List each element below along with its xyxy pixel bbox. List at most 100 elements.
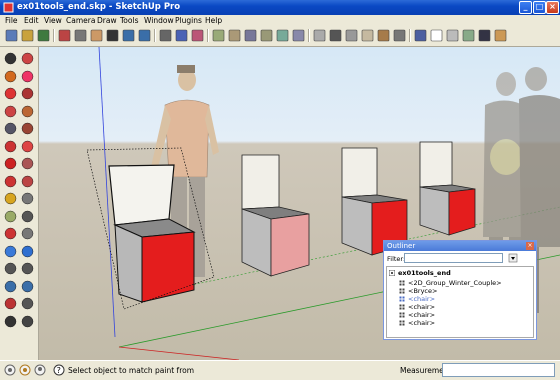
save-icon[interactable] xyxy=(36,28,51,43)
menu-camera[interactable]: Camera xyxy=(66,15,95,26)
tree-root[interactable]: ex01tools_end xyxy=(389,269,451,277)
rotate-icon[interactable] xyxy=(3,156,18,171)
top-view-icon[interactable] xyxy=(211,28,226,43)
monochrome-icon[interactable] xyxy=(392,28,407,43)
copy-icon[interactable] xyxy=(73,28,88,43)
outliner-title-bar[interactable]: Outliner × xyxy=(384,241,536,251)
component-2-icon[interactable] xyxy=(429,28,444,43)
menu-draw[interactable]: Draw xyxy=(97,15,117,26)
menu-edit[interactable]: Edit xyxy=(24,15,39,26)
left-view-icon[interactable] xyxy=(275,28,290,43)
section-plane-icon[interactable] xyxy=(20,314,35,329)
back-edges-icon[interactable] xyxy=(312,28,327,43)
menu-view[interactable]: View xyxy=(44,15,62,26)
shaded-icon[interactable] xyxy=(360,28,375,43)
push-pull-icon[interactable] xyxy=(20,139,35,154)
pan-icon[interactable] xyxy=(20,244,35,259)
text-icon[interactable] xyxy=(20,209,35,224)
outliner-options-icon[interactable] xyxy=(508,253,518,263)
credits-icon[interactable] xyxy=(19,364,31,376)
axes-icon[interactable] xyxy=(3,226,18,241)
toolbar-separator xyxy=(308,29,310,42)
xray-icon[interactable] xyxy=(291,28,306,43)
textured-icon[interactable] xyxy=(376,28,391,43)
position-camera-icon[interactable] xyxy=(3,296,18,311)
title-bar: ex01tools_end.skp - SketchUp Pro _ □ × xyxy=(0,0,560,15)
chair-2[interactable] xyxy=(241,154,310,277)
filter-label: Filter: xyxy=(387,255,406,263)
hidden-line-icon[interactable] xyxy=(344,28,359,43)
toolbar-separator xyxy=(207,29,209,42)
component-6-icon[interactable] xyxy=(493,28,508,43)
scale-icon[interactable] xyxy=(3,174,18,189)
3d-text-icon[interactable] xyxy=(20,226,35,241)
print-icon[interactable] xyxy=(158,28,173,43)
tape-measure-icon[interactable] xyxy=(3,191,18,206)
outliner-close-button[interactable]: × xyxy=(526,242,534,250)
tree-item[interactable]: <chair> xyxy=(399,311,435,319)
erase-icon[interactable] xyxy=(105,28,120,43)
maximize-button[interactable]: □ xyxy=(533,1,546,14)
walk-icon[interactable] xyxy=(3,314,18,329)
select-icon[interactable] xyxy=(3,51,18,66)
rectangle-icon[interactable] xyxy=(3,86,18,101)
component-5-icon[interactable] xyxy=(477,28,492,43)
sketchup-logo-icon xyxy=(3,2,14,13)
root-label: ex01tools_end xyxy=(398,269,451,277)
chair-4[interactable] xyxy=(419,141,476,236)
measurements-input[interactable] xyxy=(442,363,555,377)
tree-item[interactable]: <chair> xyxy=(399,319,435,327)
wireframe-icon[interactable] xyxy=(328,28,343,43)
previous-icon[interactable] xyxy=(20,279,35,294)
protractor-icon[interactable] xyxy=(3,209,18,224)
component-1-icon[interactable] xyxy=(413,28,428,43)
zoom-window-icon[interactable] xyxy=(20,261,35,276)
redo-icon[interactable] xyxy=(137,28,152,43)
open-icon[interactable] xyxy=(20,28,35,43)
front-view-icon[interactable] xyxy=(227,28,242,43)
help-icon[interactable]: ? xyxy=(53,364,65,376)
component-icon xyxy=(399,320,405,326)
tree-item[interactable]: <2D_Group_Winter_Couple> xyxy=(399,279,502,287)
offset-icon[interactable] xyxy=(20,174,35,189)
line-icon[interactable] xyxy=(20,86,35,101)
polygon-icon[interactable] xyxy=(3,121,18,136)
user-icon[interactable] xyxy=(34,364,46,376)
component-3-icon[interactable] xyxy=(445,28,460,43)
menu-tools[interactable]: Tools xyxy=(120,15,138,26)
menu-window[interactable]: Window xyxy=(144,15,174,26)
undo-icon[interactable] xyxy=(121,28,136,43)
eraser-icon[interactable] xyxy=(20,69,35,84)
close-button[interactable]: × xyxy=(546,1,559,14)
paint-bucket-icon[interactable] xyxy=(3,69,18,84)
look-around-icon[interactable] xyxy=(20,296,35,311)
paste-icon[interactable] xyxy=(89,28,104,43)
zoom-icon[interactable] xyxy=(3,261,18,276)
tree-item[interactable]: <chair> xyxy=(399,303,435,311)
filter-input[interactable] xyxy=(404,253,503,263)
make-component-icon[interactable] xyxy=(20,51,35,66)
menu-plugins[interactable]: Plugins xyxy=(175,15,202,26)
menu-file[interactable]: File xyxy=(5,15,18,26)
dimension-icon[interactable] xyxy=(20,191,35,206)
right-view-icon[interactable] xyxy=(243,28,258,43)
circle-icon[interactable] xyxy=(3,104,18,119)
component-4-icon[interactable] xyxy=(461,28,476,43)
iso-view-icon[interactable] xyxy=(190,28,205,43)
menu-help[interactable]: Help xyxy=(205,15,222,26)
freehand-icon[interactable] xyxy=(20,121,35,136)
model-info-icon[interactable] xyxy=(174,28,189,43)
new-icon[interactable] xyxy=(4,28,19,43)
minimize-button[interactable]: _ xyxy=(519,1,532,14)
follow-me-icon[interactable] xyxy=(20,156,35,171)
tree-item[interactable]: <Bryce> xyxy=(399,287,437,295)
orbit-icon[interactable] xyxy=(3,244,18,259)
geo-location-icon[interactable] xyxy=(4,364,16,376)
back-view-icon[interactable] xyxy=(259,28,274,43)
cut-icon[interactable] xyxy=(57,28,72,43)
zoom-extents-icon[interactable] xyxy=(3,279,18,294)
chair-3[interactable] xyxy=(341,147,408,256)
tree-item-selected[interactable]: <chair> xyxy=(399,295,435,303)
arc-icon[interactable] xyxy=(20,104,35,119)
move-icon[interactable] xyxy=(3,139,18,154)
